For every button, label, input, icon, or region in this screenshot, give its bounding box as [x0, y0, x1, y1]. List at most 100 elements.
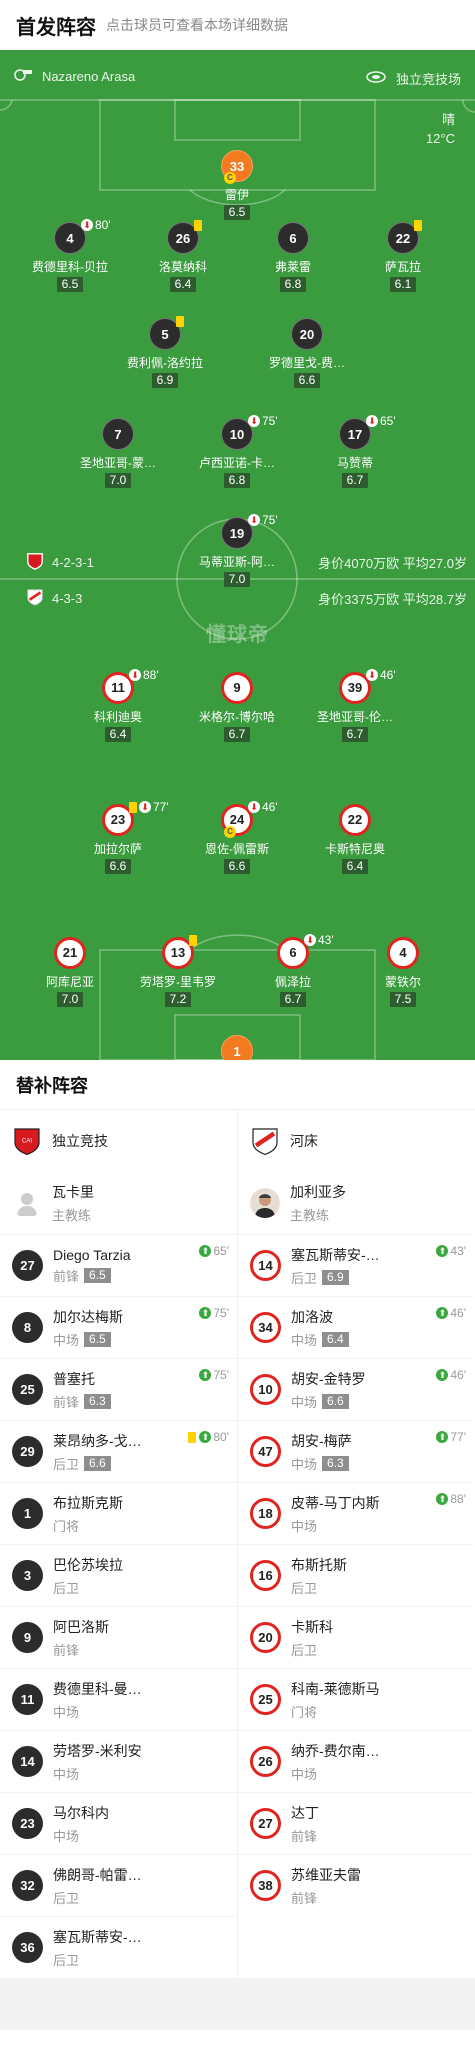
subs-title: 替补阵容	[0, 1060, 475, 1110]
away-player[interactable]: 11 ⬇ 88' 科利迪奥 6.4	[63, 668, 173, 743]
home-player[interactable]: 10 ⬇ 75' 卢西亚诺-卡… 6.8	[182, 414, 292, 489]
sub-off-minute: 75'	[262, 414, 278, 428]
home-player[interactable]: 19 ⬇ 75' 马蒂亚斯-阿… 7.0	[182, 513, 292, 588]
sub-player-row[interactable]: 3 巴伦苏埃拉 后卫	[0, 1544, 237, 1606]
sub-off-icon: ⬇	[366, 415, 378, 427]
sub-on-marker: ⬆ 43'	[436, 1244, 466, 1258]
sub-player-row[interactable]: 10 胡安-金特罗 中场 6.6 ⬆ 46'	[238, 1358, 474, 1420]
home-player[interactable]: 26 洛莫纳科 6.4	[128, 220, 238, 293]
jersey-number: 32	[12, 1870, 43, 1901]
sub-off-icon: ⬇	[248, 801, 260, 813]
player-name: 加拉尔萨	[93, 842, 142, 856]
sub-player-row[interactable]: 27 Diego Tarzia 前锋 6.5 ⬆ 65'	[0, 1234, 237, 1296]
sub-player-row[interactable]: 1 布拉斯克斯 门将	[0, 1482, 237, 1544]
sub-off-icon: ⬇	[139, 801, 151, 813]
sub-on-marker: ⬆ 80'	[188, 1430, 229, 1444]
sub-player-row[interactable]: 9 阿巴洛斯 前锋	[0, 1606, 237, 1668]
sub-player-rating: 6.4	[322, 1331, 349, 1347]
away-player[interactable]: 39 ⬇ 46' 圣地亚哥-伦… 6.7	[300, 668, 410, 743]
away-player[interactable]: 4 蒙铁尔 7.5	[348, 937, 458, 1008]
player-name: 费德里科-贝拉	[32, 260, 108, 274]
away-player[interactable]: 22 卡斯特尼奥 6.4	[300, 804, 410, 875]
sub-player-row[interactable]: 34 加洛波 中场 6.4 ⬆ 46'	[238, 1296, 474, 1358]
player-name: 马蒂亚斯-阿…	[199, 555, 275, 569]
sub-player-position: 门将	[53, 1518, 80, 1534]
home-coach[interactable]: 瓦卡里 主教练	[0, 1172, 237, 1234]
referee-name: Nazareno Arasa	[42, 69, 136, 84]
sub-player-position: 中场	[53, 1828, 80, 1844]
sub-player-name: 普塞托	[53, 1370, 95, 1387]
away-team-logo-icon	[250, 1126, 280, 1156]
subs-columns: CAI 独立竞技 瓦卡里 主教练 27 Diego Tarzia 前锋 6.5 ⬆ 65'…	[0, 1110, 475, 1978]
sub-player-rating: 6.3	[322, 1455, 349, 1471]
sub-player-name: 塞瓦斯蒂安-…	[291, 1246, 380, 1263]
sub-off-minute: 77'	[153, 800, 169, 814]
sub-player-name: 达丁	[291, 1804, 319, 1821]
player-rating: 6.4	[104, 727, 132, 742]
sub-on-marker: ⬆ 46'	[436, 1306, 466, 1320]
sub-on-icon: ⬆	[199, 1245, 212, 1257]
jersey-number: 8	[12, 1312, 43, 1343]
sub-player-name: 纳乔-费尔南…	[291, 1742, 380, 1759]
sub-player-row[interactable]: 32 佛朗哥-帕雷… 后卫	[0, 1854, 237, 1916]
home-player[interactable]: 5 费利佩-洛约拉 6.9	[110, 316, 220, 389]
coach-avatar	[250, 1188, 280, 1218]
home-player[interactable]: 6 弗莱雷 6.8	[238, 222, 348, 293]
sub-player-row[interactable]: 25 科南-莱德斯马 门将	[238, 1668, 474, 1730]
sub-player-row[interactable]: 14 劳塔罗-米利安 中场	[0, 1730, 237, 1792]
venue: 独立竞技场	[366, 69, 461, 88]
away-player[interactable]: 21 阿库尼亚 7.0	[15, 937, 125, 1008]
away-team-logo-icon	[26, 588, 44, 609]
home-player[interactable]: 33 C 雷伊 6.5	[182, 150, 292, 221]
player-name: 弗莱雷	[274, 260, 311, 274]
sub-off-marker: ⬇ 65'	[366, 414, 396, 428]
sub-player-row[interactable]: 20 卡斯科 后卫	[238, 1606, 474, 1668]
sub-player-row[interactable]: 16 布斯托斯 后卫	[238, 1544, 474, 1606]
home-player[interactable]: 17 ⬇ 65' 马赞蒂 6.7	[300, 414, 410, 489]
away-subs-team[interactable]: 河床	[238, 1110, 474, 1172]
sub-player-row[interactable]: 11 费德里科-曼… 中场	[0, 1668, 237, 1730]
sub-player-row[interactable]: 14 塞瓦斯蒂安-… 后卫 6.9 ⬆ 43'	[238, 1234, 474, 1296]
sub-player-row[interactable]: 29 莱昂纳多-戈… 后卫 6.6 ⬆ 80'	[0, 1420, 237, 1482]
yellow-card-icon	[176, 316, 184, 327]
sub-player-position: 前锋	[53, 1394, 80, 1410]
away-player[interactable]: 23 ⬇ 77' 加拉尔萨 6.6	[63, 800, 173, 875]
sub-on-minute: 65'	[213, 1244, 229, 1258]
home-player[interactable]: 7 圣地亚哥-蒙… 7.0	[63, 418, 173, 489]
home-player[interactable]: 4 ⬇ 80' 费德里科-贝拉 6.5	[15, 218, 125, 293]
sub-player-row[interactable]: 36 塞瓦斯蒂安-… 后卫	[0, 1916, 237, 1978]
player-rating: 7.0	[56, 992, 84, 1007]
away-player[interactable]: 6 ⬇ 43' 佩泽拉 6.7	[238, 933, 348, 1008]
sub-player-rating: 6.5	[84, 1331, 111, 1347]
away-player[interactable]: 1阿尔马尼★ 8.2	[182, 1035, 292, 1060]
home-team-value: 身价4070万欧 平均27.0岁	[318, 556, 467, 571]
sub-player-name: 塞瓦斯蒂安-…	[53, 1928, 142, 1945]
away-player[interactable]: 24 ⬇ 46' C 恩佐-佩雷斯 6.6	[182, 800, 292, 875]
away-coach[interactable]: 加利亚多 主教练	[238, 1172, 474, 1234]
pitch: Nazareno Arasa 独立竞技场 晴 12°C 懂球帝 4-2-3-1 …	[0, 50, 475, 1060]
sub-player-row[interactable]: 26 纳乔-费尔南… 中场	[238, 1730, 474, 1792]
sub-player-row[interactable]: 47 胡安-梅萨 中场 6.3 ⬆ 77'	[238, 1420, 474, 1482]
jersey-number: 10	[250, 1374, 281, 1405]
sub-player-row[interactable]: 38 苏维亚夫雷 前锋	[238, 1854, 474, 1916]
weather: 晴 12°C	[426, 110, 455, 148]
home-player[interactable]: 22 萨瓦拉 6.1	[348, 220, 458, 293]
home-subs-team[interactable]: CAI 独立竞技	[0, 1110, 237, 1172]
away-player[interactable]: 13 劳塔罗-里韦罗 7.2	[123, 935, 233, 1008]
sub-player-rating: 6.9	[322, 1269, 349, 1285]
home-player[interactable]: 20 罗德里戈-费… 6.6	[252, 318, 362, 389]
player-rating: 7.2	[164, 992, 192, 1007]
sub-player-position: 中场	[291, 1456, 318, 1472]
sub-player-position: 中场	[53, 1704, 80, 1720]
sub-player-row[interactable]: 18 皮蒂-马丁内斯 中场 ⬆ 88'	[238, 1482, 474, 1544]
sub-player-name: 加洛波	[291, 1308, 333, 1325]
away-player[interactable]: 9 米格尔-博尔哈 6.7	[182, 672, 292, 743]
svg-text:CAI: CAI	[22, 1139, 32, 1145]
sub-player-row[interactable]: 8 加尔达梅斯 中场 6.5 ⬆ 75'	[0, 1296, 237, 1358]
sub-on-marker: ⬆ 75'	[199, 1368, 229, 1382]
sub-on-minute: 75'	[213, 1368, 229, 1382]
sub-player-row[interactable]: 25 普塞托 前锋 6.3 ⬆ 75'	[0, 1358, 237, 1420]
jersey-number: 25	[12, 1374, 43, 1405]
sub-player-row[interactable]: 27 达丁 前锋	[238, 1792, 474, 1854]
sub-player-row[interactable]: 23 马尔科内 中场	[0, 1792, 237, 1854]
